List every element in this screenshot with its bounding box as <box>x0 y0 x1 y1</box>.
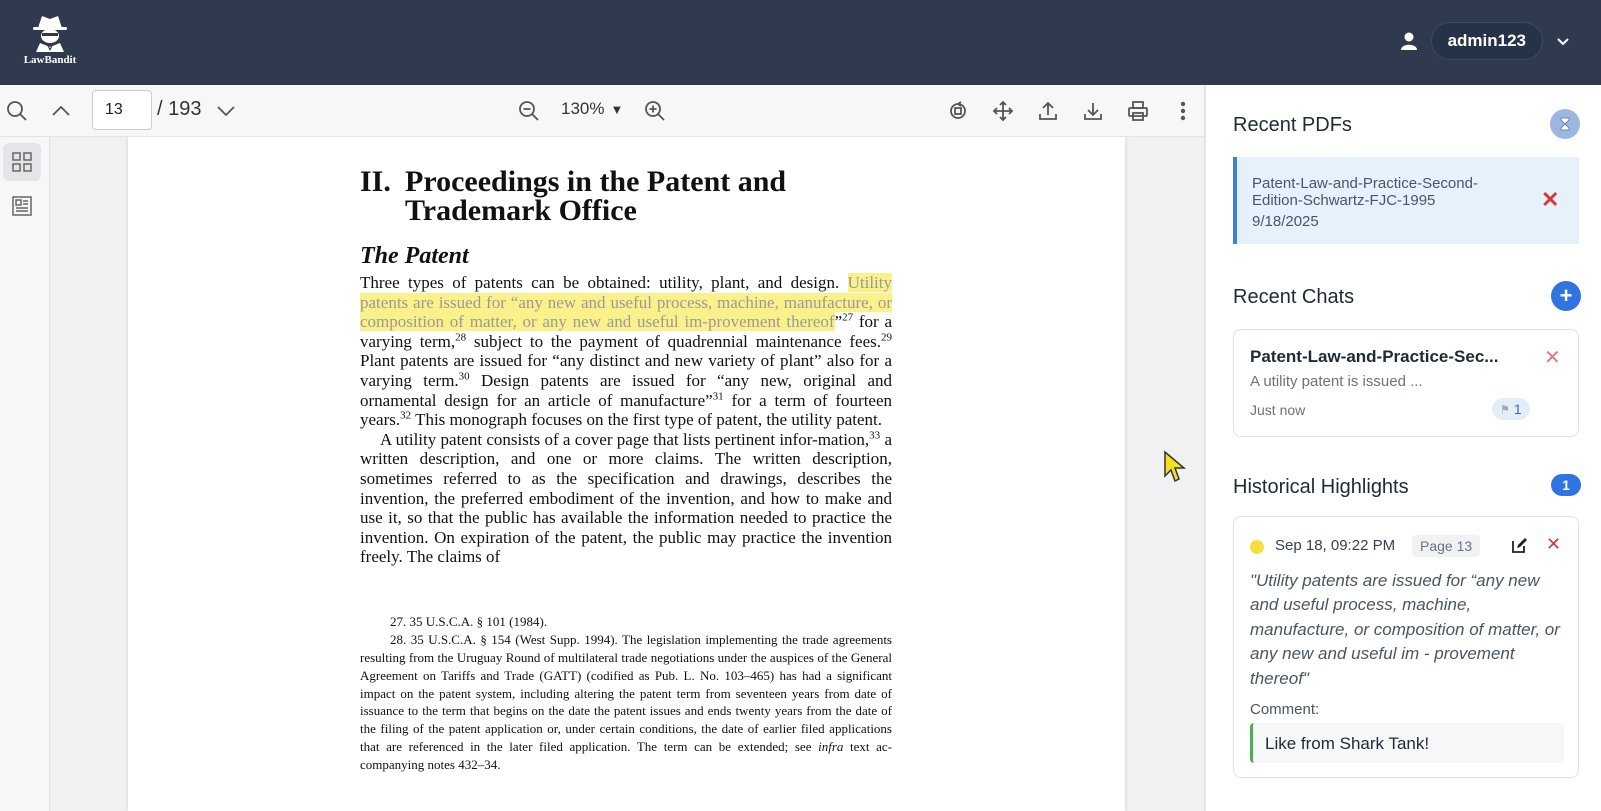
comment-label: Comment: <box>1250 701 1320 718</box>
search-icon[interactable] <box>2 85 32 137</box>
chapter-number: II. <box>360 165 391 198</box>
text-run: 28. 35 U.S.C.A. § 154 (West Supp. 1994).… <box>360 631 892 755</box>
text-run: Three types of patents can be obtained: … <box>360 273 840 292</box>
chat-item[interactable]: Patent-Law-and-Practice-Sec... A utility… <box>1233 329 1579 437</box>
highlight-item[interactable]: Sep 18, 09:22 PM Page 13 ✕ "Utility pate… <box>1233 516 1579 778</box>
footnote-ref: 30 <box>458 370 470 383</box>
page-total: / 193 <box>157 98 202 120</box>
zoom-select[interactable]: 130% ▼ <box>561 99 623 119</box>
chevron-down-icon[interactable] <box>211 85 241 137</box>
recent-pdf-item[interactable]: Patent-Law-and-Practice-Second-Edition-S… <box>1233 157 1579 244</box>
highlight-date: Sep 18, 09:22 PM <box>1275 537 1396 554</box>
paragraph-1: Three types of patents can be obtained: … <box>360 273 893 430</box>
footnote-ref: 28 <box>455 331 467 344</box>
highlight-quote: "Utility patents are issued for “any new… <box>1250 571 1560 688</box>
download-icon[interactable] <box>1078 85 1108 137</box>
highlights-count-badge: 1 <box>1551 474 1581 496</box>
chapter-heading: II. Proceedings in the Patent and Tradem… <box>360 165 892 227</box>
user-icon <box>1399 31 1419 51</box>
zoom-in-icon[interactable] <box>640 85 670 137</box>
chat-title: Patent-Law-and-Practice-Sec... <box>1250 347 1499 366</box>
historical-highlights-title: Historical Highlights <box>1233 476 1409 498</box>
rotate-icon[interactable] <box>943 85 973 137</box>
text-run: ” <box>834 312 843 332</box>
hourglass-icon[interactable] <box>1550 109 1580 139</box>
highlight-page-tag[interactable]: Page 13 <box>1412 535 1481 557</box>
footnote-ref: 27 <box>842 311 854 324</box>
close-icon[interactable]: ✕ <box>1546 534 1561 555</box>
recent-chats-title: Recent Chats <box>1233 286 1355 308</box>
username-button[interactable]: admin123 <box>1430 22 1543 60</box>
footnote-ref: 32 <box>400 409 412 422</box>
chevron-down-icon[interactable] <box>1555 33 1571 49</box>
highlight-comment[interactable]: Like from Shark Tank! <box>1250 723 1564 763</box>
plus-icon[interactable]: + <box>1551 281 1581 311</box>
close-icon[interactable]: ✕ <box>1541 189 1559 211</box>
footnote-ref: 31 <box>712 389 724 402</box>
badge-count: 1 <box>1513 401 1522 417</box>
text-run: subject to the payment of quadrennial ma… <box>466 331 881 351</box>
chat-preview: A utility patent is issued ... <box>1250 373 1423 390</box>
page-number-input[interactable] <box>92 90 152 130</box>
footnote-ref: 33 <box>869 429 881 442</box>
sidebar-rail <box>0 137 50 811</box>
zoom-value: 130% <box>561 99 605 118</box>
text-run: A utility patent consists of a cover pag… <box>380 429 870 449</box>
user-menu: admin123 <box>1399 22 1571 60</box>
text-run: a written description, and one or more c… <box>360 429 893 567</box>
pdf-toolbar: / 193 130% ▼ <box>0 85 1204 137</box>
chevron-up-icon[interactable] <box>46 85 76 137</box>
flag-icon: ⚑ <box>1500 403 1510 416</box>
cursor-icon <box>1164 450 1187 483</box>
top-header: LawBandit admin123 <box>0 0 1601 85</box>
chat-time: Just now <box>1250 402 1306 418</box>
app-logo[interactable]: LawBandit <box>18 14 82 70</box>
footnote-ref: 29 <box>881 331 892 344</box>
text-run: This monograph focuses on the first type… <box>411 410 882 430</box>
body-text: Three types of patents can be obtained: … <box>360 273 893 567</box>
footnote-27: 27. 35 U.S.C.A. § 101 (1984). <box>390 613 548 629</box>
footnote-28: 28. 35 U.S.C.A. § 154 (West Supp. 1994).… <box>360 631 892 774</box>
paragraph-2: A utility patent consists of a cover pag… <box>360 430 892 567</box>
chat-highlight-badge: ⚑ 1 <box>1492 398 1530 420</box>
section-heading: The Patent <box>360 243 469 269</box>
close-icon[interactable]: ✕ <box>1544 345 1561 370</box>
spy-logo-icon <box>33 16 67 52</box>
page-content: II. Proceedings in the Patent and Tradem… <box>360 165 893 774</box>
upload-icon[interactable] <box>1033 85 1063 137</box>
pdf-page: II. Proceedings in the Patent and Tradem… <box>128 137 1125 811</box>
more-vertical-icon[interactable] <box>1168 85 1198 137</box>
recent-pdfs-title: Recent PDFs <box>1233 114 1352 136</box>
highlight-color-dot <box>1250 540 1264 554</box>
move-icon[interactable] <box>988 85 1018 137</box>
zoom-out-icon[interactable] <box>514 85 544 137</box>
logo-text: LawBandit <box>23 54 77 66</box>
right-panel: Recent PDFs Patent-Law-and-Practice-Seco… <box>1204 85 1601 811</box>
pdf-date: 9/18/2025 <box>1252 213 1319 230</box>
outline-icon[interactable] <box>3 187 41 225</box>
text-run: infra <box>818 739 844 755</box>
pdf-name: Patent-Law-and-Practice-Second-Edition-S… <box>1252 175 1478 209</box>
document-viewport[interactable]: II. Proceedings in the Patent and Tradem… <box>50 137 1204 811</box>
edit-icon[interactable] <box>1510 537 1528 555</box>
thumbnails-icon[interactable] <box>3 143 41 181</box>
print-icon[interactable] <box>1123 85 1153 137</box>
footnotes: 27. 35 U.S.C.A. § 101 (1984). 28. 35 U.S… <box>360 613 892 774</box>
caret-down-icon: ▼ <box>610 101 624 117</box>
chapter-title-line2: Trademark Office <box>405 194 637 227</box>
